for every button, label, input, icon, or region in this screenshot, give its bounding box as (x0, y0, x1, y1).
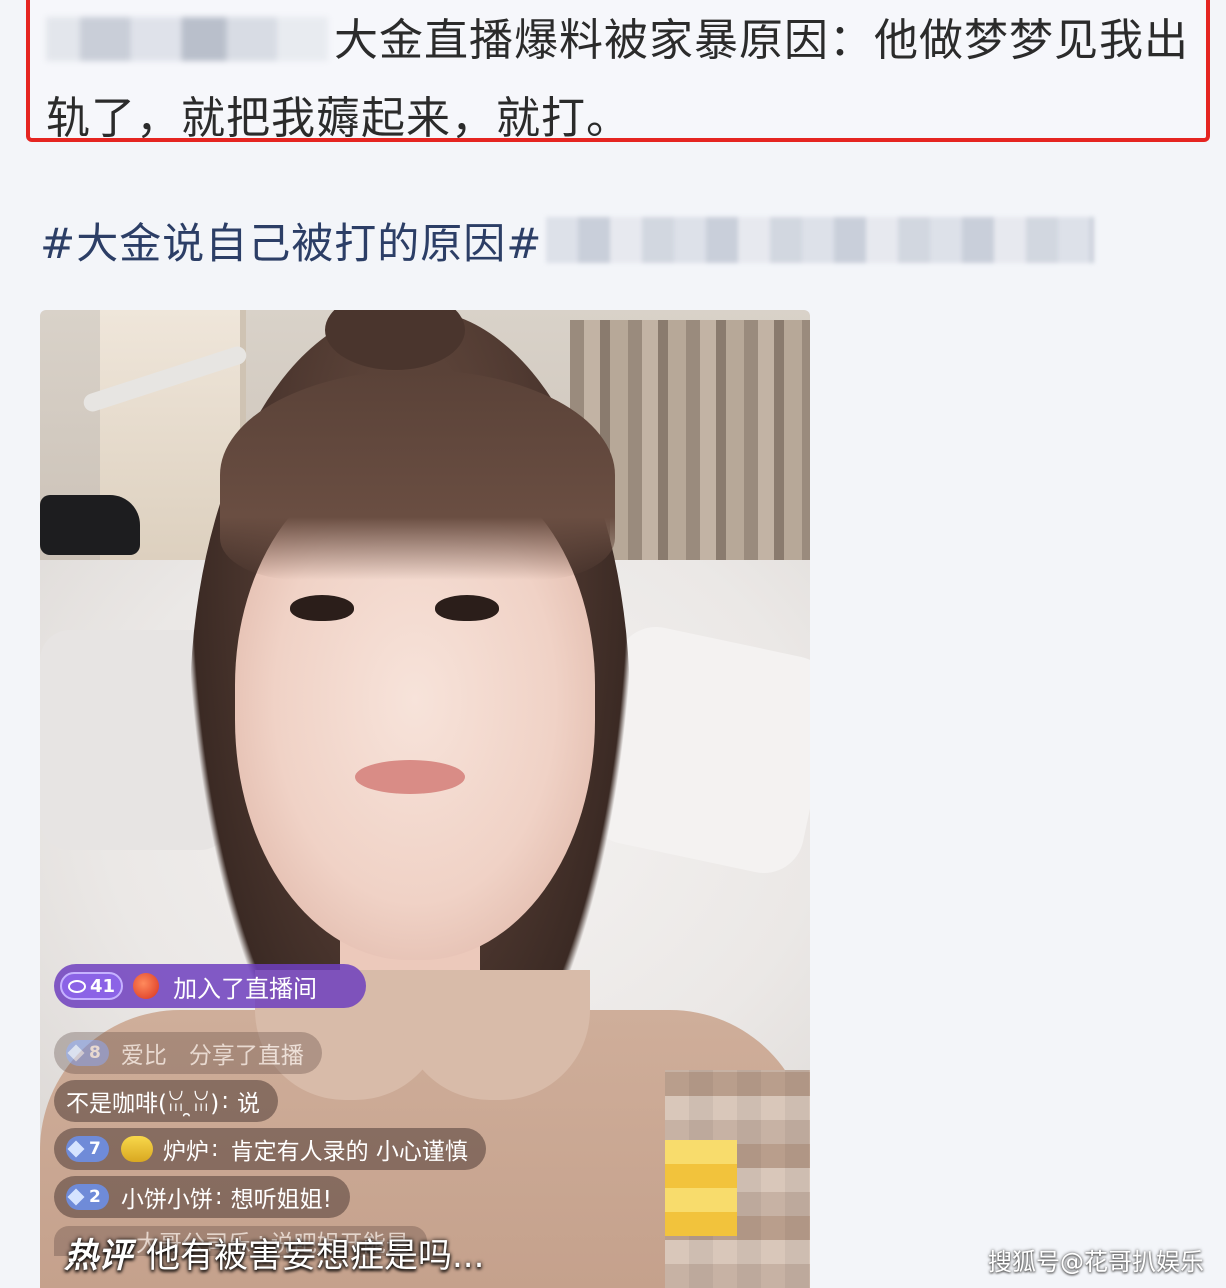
chat-text: 说 (236, 1091, 260, 1117)
blurred-hashtag (546, 217, 1095, 263)
chat-username: 炉炉 (162, 1139, 209, 1165)
chat-username: 爱比 (120, 1043, 167, 1069)
join-notification: 41 加入了直播间 (54, 964, 366, 1008)
badge-value: 7 (89, 1139, 101, 1159)
hashtag-row: #大金说自己被打的原因# (40, 210, 1095, 271)
blurred-username (46, 17, 328, 61)
right-eye (435, 595, 499, 621)
mosaic-gold-block (665, 1140, 737, 1236)
fan-badge: 7 (66, 1136, 109, 1162)
eye-icon (68, 979, 86, 993)
chat-username: 不是咖啡(ꈍ ̯ꈍ) (66, 1091, 220, 1117)
hot-comment-tag: 热评 (64, 1236, 132, 1276)
chat-separator: : (210, 1136, 219, 1162)
chat-message: 2 小饼小饼 : 想听姐姐! (54, 1176, 350, 1218)
chat-text: 分享了直播 (188, 1043, 304, 1069)
diamond-icon (67, 1044, 85, 1062)
background-bag (40, 495, 140, 555)
diamond-icon (67, 1140, 85, 1158)
post-text: 大金直播爆料被家暴原因：他做梦梦见我出轨了，就把我薅起来，就打。 (46, 2, 1196, 158)
badge-value: 8 (89, 1043, 101, 1063)
badge-value: 2 (89, 1187, 101, 1207)
chat-text: 想听姐姐! (230, 1187, 332, 1213)
diamond-icon (67, 1188, 85, 1206)
chat-separator: : (221, 1088, 229, 1114)
level-value: 41 (90, 975, 116, 997)
level-badge: 41 (60, 972, 124, 1000)
bangs (220, 370, 615, 580)
left-eye (290, 595, 354, 621)
mosaic-censor (665, 1070, 810, 1288)
chat-message: 不是咖啡(ꈍ ̯ꈍ) : 说 (54, 1080, 278, 1122)
lips (355, 760, 465, 794)
coin-icon (120, 1136, 153, 1162)
apple-icon (133, 973, 160, 999)
chat-message: 7 炉炉 : 肯定有人录的 小心谨慎 (54, 1128, 486, 1170)
chat-username: 小饼小饼 (120, 1187, 213, 1213)
hot-comment-text: 他有被害妄想症是吗... (146, 1236, 485, 1276)
chat-message: 8 爱比 分享了直播 (54, 1032, 322, 1074)
hot-comment: 热评 他有被害妄想症是吗... (64, 1228, 484, 1277)
chat-text: 肯定有人录的 小心谨慎 (230, 1139, 468, 1165)
highlighted-post-box: 大金直播爆料被家暴原因：他做梦梦见我出轨了，就把我薅起来，就打。 (26, 0, 1210, 144)
fan-badge: 2 (66, 1184, 109, 1210)
fan-badge: 8 (66, 1040, 109, 1066)
watermark: 搜狐号@花哥扒娱乐 (988, 1248, 1204, 1276)
hashtag-link[interactable]: #大金说自己被打的原因# (40, 210, 542, 271)
join-text: 加入了直播间 (173, 974, 318, 1003)
livestream-image[interactable]: 41 加入了直播间 8 爱比 分享了直播 不是咖啡(ꈍ ̯ꈍ) : 说 7 炉炉… (40, 310, 810, 1288)
chat-separator: : (214, 1184, 223, 1210)
